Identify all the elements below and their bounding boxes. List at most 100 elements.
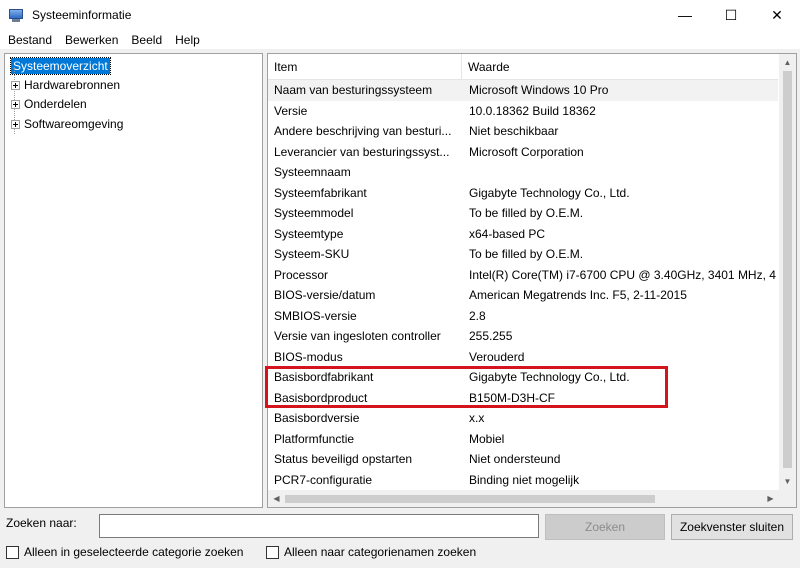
table-row[interactable]: Basisbordproduct B150M-D3H-CF bbox=[268, 388, 778, 409]
expand-icon[interactable] bbox=[11, 99, 20, 109]
category-names-checkbox[interactable] bbox=[266, 545, 279, 559]
cell-value: Microsoft Windows 10 Pro bbox=[469, 83, 609, 98]
cell-value: Gigabyte Technology Co., Ltd. bbox=[469, 370, 630, 385]
table-row[interactable]: Systeemfabrikant Gigabyte Technology Co.,… bbox=[268, 183, 778, 204]
cell-item: Basisbordversie bbox=[274, 411, 360, 426]
search-button[interactable]: Zoeken bbox=[545, 514, 665, 540]
tree-item-onderdelen[interactable]: Onderdelen bbox=[11, 95, 87, 113]
expand-icon[interactable] bbox=[11, 119, 20, 129]
option-category-names[interactable]: Alleen naar categorienamen zoeken bbox=[266, 545, 476, 559]
cell-item: Basisbordproduct bbox=[274, 390, 368, 405]
tree-item-hardwarebronnen[interactable]: Hardwarebronnen bbox=[11, 76, 120, 94]
table-row[interactable]: Basisbordfabrikant Gigabyte Technology Co… bbox=[268, 367, 778, 388]
close-search-button[interactable]: Zoekvenster sluiten bbox=[671, 514, 793, 540]
cell-item: Systeem-SKU bbox=[274, 247, 350, 262]
scrollbar-thumb[interactable] bbox=[285, 495, 655, 503]
table-row[interactable]: Systeem-SKU To be filled by O.E.M. bbox=[268, 244, 778, 265]
cell-item: Systeemmodel bbox=[274, 206, 354, 221]
scroll-right-icon[interactable]: ▶ bbox=[762, 490, 779, 507]
table-row[interactable]: Versie van ingesloten controller 255.255 bbox=[268, 326, 778, 347]
table-row[interactable]: Versie 10.0.18362 Build 18362 bbox=[268, 101, 778, 122]
cell-value: Microsoft Corporation bbox=[469, 144, 584, 159]
horizontal-scrollbar[interactable]: ◀ ▶ bbox=[268, 490, 779, 507]
menu-bewerken[interactable]: Bewerken bbox=[59, 33, 125, 47]
cell-item: Processor bbox=[274, 267, 329, 282]
scroll-left-icon[interactable]: ◀ bbox=[268, 490, 285, 507]
tree-item-systeemoverzicht[interactable]: Systeemoverzicht bbox=[10, 57, 111, 75]
table-row[interactable]: Systeemnaam bbox=[268, 162, 778, 183]
cell-item: BIOS-modus bbox=[274, 349, 343, 364]
cell-value: x.x bbox=[469, 411, 485, 426]
cell-item: Basisbordfabrikant bbox=[274, 370, 374, 385]
table-row[interactable]: Status beveiligd opstarten Niet ondersteu… bbox=[268, 449, 778, 470]
menu-help[interactable]: Help bbox=[169, 33, 207, 47]
menu-beeld[interactable]: Beeld bbox=[125, 33, 169, 47]
menu-bestand[interactable]: Bestand bbox=[2, 33, 59, 47]
scroll-down-icon[interactable]: ▼ bbox=[779, 473, 796, 490]
search-input[interactable] bbox=[99, 514, 539, 538]
cell-value: 2.8 bbox=[469, 308, 486, 323]
cell-value: x64-based PC bbox=[469, 226, 546, 241]
cell-item: Andere beschrijving van besturi... bbox=[274, 124, 452, 139]
cell-item: Naam van besturingssysteem bbox=[274, 83, 433, 98]
table-row[interactable]: Platformfunctie Mobiel bbox=[268, 429, 778, 450]
table-row[interactable]: Naam van besturingssysteem Microsoft Wind… bbox=[268, 80, 778, 101]
tree-item-label: Systeemoverzicht bbox=[10, 57, 111, 75]
scroll-up-icon[interactable]: ▲ bbox=[779, 54, 796, 71]
table-row[interactable]: Andere beschrijving van besturi... Niet b… bbox=[268, 121, 778, 142]
cell-item: Status beveiligd opstarten bbox=[274, 452, 413, 467]
title-bar: Systeeminformatie — ☐ ✕ bbox=[0, 0, 800, 30]
menu-bar: Bestand Bewerken Beeld Help bbox=[0, 30, 800, 50]
cell-item: Leverancier van besturingssyst... bbox=[274, 144, 450, 159]
table-row[interactable]: Basisbordversie x.x bbox=[268, 408, 778, 429]
option-selected-category[interactable]: Alleen in geselecteerde categorie zoeken bbox=[6, 545, 243, 559]
cell-item: Versie van ingesloten controller bbox=[274, 329, 441, 344]
expand-icon[interactable] bbox=[11, 80, 20, 90]
close-button[interactable]: ✕ bbox=[754, 0, 800, 30]
cell-item: Platformfunctie bbox=[274, 431, 355, 446]
scrollbar-corner bbox=[779, 490, 796, 507]
search-label: Zoeken naar: bbox=[6, 516, 77, 530]
category-tree[interactable]: Systeemoverzicht Hardwarebronnen Onderde… bbox=[4, 53, 263, 508]
cell-value: 10.0.18362 Build 18362 bbox=[469, 103, 596, 118]
minimize-button[interactable]: — bbox=[662, 0, 708, 30]
table-row[interactable]: Systeemmodel To be filled by O.E.M. bbox=[268, 203, 778, 224]
cell-item: Systeemnaam bbox=[274, 165, 351, 180]
selected-category-checkbox[interactable] bbox=[6, 545, 19, 559]
table-row[interactable]: Systeemtype x64-based PC bbox=[268, 224, 778, 245]
tree-item-label: Onderdelen bbox=[24, 97, 87, 111]
cell-value: To be filled by O.E.M. bbox=[469, 206, 584, 221]
tree-item-label: Softwareomgeving bbox=[24, 117, 124, 131]
cell-item: BIOS-versie/datum bbox=[274, 288, 376, 303]
table-row[interactable]: PCR7-configuratie Binding niet mogelijk bbox=[268, 470, 778, 491]
cell-value: American Megatrends Inc. F5, 2-11-2015 bbox=[469, 288, 687, 303]
cell-value: Binding niet mogelijk bbox=[469, 472, 580, 487]
tree-item-softwareomgeving[interactable]: Softwareomgeving bbox=[11, 115, 123, 133]
cell-value: 255.255 bbox=[469, 329, 513, 344]
checkbox-label: Alleen naar categorienamen zoeken bbox=[284, 545, 477, 559]
table-row[interactable]: Processor Intel(R) Core(TM) i7-6700 CPU @… bbox=[268, 265, 778, 286]
cell-item: SMBIOS-versie bbox=[274, 308, 357, 323]
maximize-button[interactable]: ☐ bbox=[708, 0, 754, 30]
column-header-item[interactable]: Item bbox=[268, 54, 462, 80]
table-row[interactable]: SMBIOS-versie 2.8 bbox=[268, 306, 778, 327]
cell-item: Systeemfabrikant bbox=[274, 185, 367, 200]
cell-value: B150M-D3H-CF bbox=[469, 390, 556, 405]
vertical-scrollbar[interactable]: ▲ ▼ bbox=[779, 54, 796, 490]
column-header-value[interactable]: Waarde bbox=[462, 54, 778, 80]
list-header: Item Waarde bbox=[268, 54, 778, 80]
details-list[interactable]: Item Waarde Naam van besturingssysteem Mi… bbox=[267, 53, 797, 508]
cell-value: Niet beschikbaar bbox=[469, 124, 559, 139]
list-rows: Naam van besturingssysteem Microsoft Wind… bbox=[268, 80, 778, 490]
cell-value: Mobiel bbox=[469, 431, 505, 446]
cell-item: PCR7-configuratie bbox=[274, 472, 373, 487]
table-row[interactable]: BIOS-versie/datum American Megatrends Inc… bbox=[268, 285, 778, 306]
table-row[interactable]: BIOS-modus Verouderd bbox=[268, 347, 778, 368]
system-info-icon bbox=[8, 7, 24, 23]
cell-value: Niet ondersteund bbox=[469, 452, 561, 467]
cell-value: To be filled by O.E.M. bbox=[469, 247, 584, 262]
table-row[interactable]: Leverancier van besturingssyst... Microso… bbox=[268, 142, 778, 163]
scrollbar-thumb[interactable] bbox=[783, 71, 792, 468]
checkbox-label: Alleen in geselecteerde categorie zoeken bbox=[24, 545, 244, 559]
tree-item-label: Hardwarebronnen bbox=[24, 78, 121, 92]
